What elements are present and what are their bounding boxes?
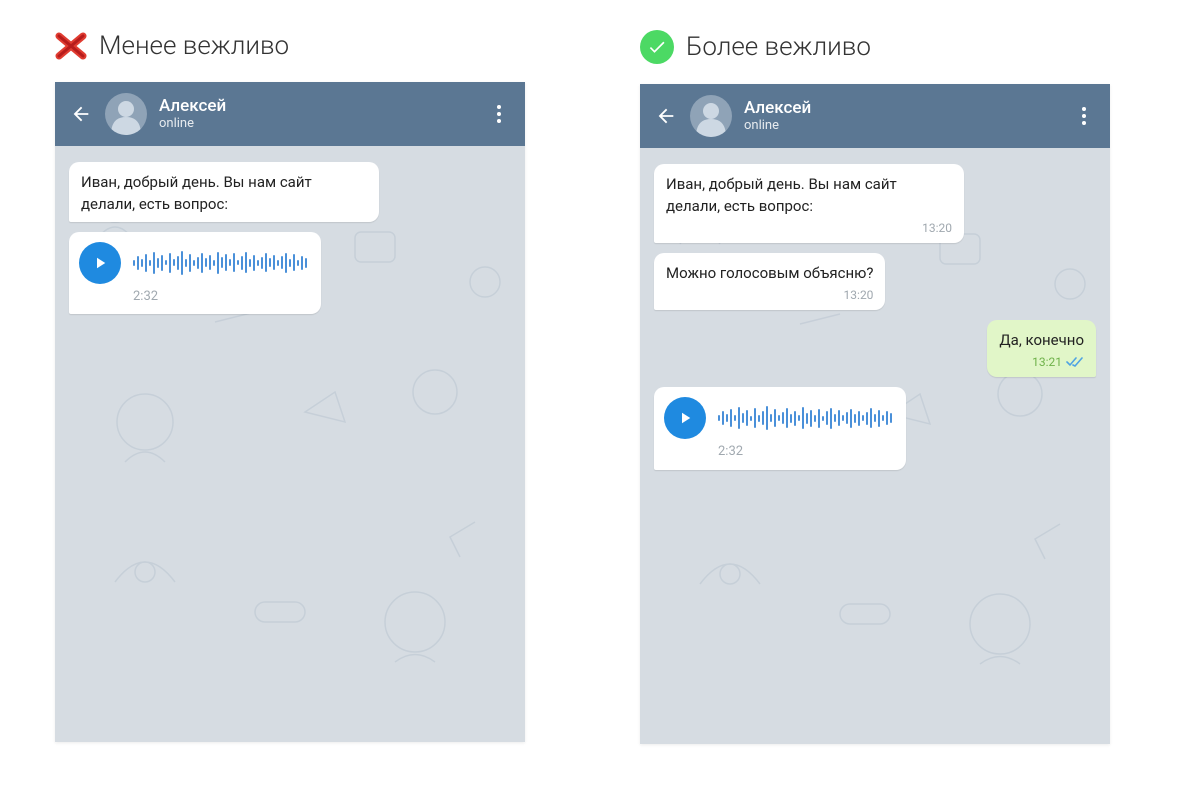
contact-status: online	[159, 116, 487, 131]
contact-status: online	[744, 118, 1072, 133]
voice-duration: 2:32	[718, 443, 892, 462]
heading-text: Более вежливо	[686, 32, 871, 62]
message-text-in[interactable]: Иван, добрый день. Вы нам сайт делали, е…	[654, 164, 964, 243]
contact-info[interactable]: Алексей online	[159, 97, 487, 131]
heading-less-polite: Менее вежливо	[55, 30, 560, 62]
check-icon	[640, 30, 674, 64]
read-ticks-icon	[1066, 356, 1084, 368]
message-voice-in[interactable]: 2:32	[69, 232, 321, 315]
waveform[interactable]	[718, 404, 892, 432]
avatar[interactable]	[105, 93, 147, 135]
message-text-in[interactable]: Можно голосовым объясню? 13:20	[654, 253, 885, 310]
contact-name: Алексей	[744, 99, 1072, 118]
phone-left: Алексей online Иван, добрый день. Вы нам…	[55, 82, 525, 742]
column-less-polite: Менее вежливо	[55, 30, 560, 744]
waveform[interactable]	[133, 249, 307, 277]
message-list: Иван, добрый день. Вы нам сайт делали, е…	[640, 148, 1110, 486]
message-time: 13:20	[922, 220, 952, 237]
message-voice-in[interactable]: 2:32	[654, 387, 906, 470]
message-text: Да, конечно	[999, 330, 1084, 352]
message-text-out[interactable]: Да, конечно 13:21	[987, 320, 1096, 377]
voice-duration: 2:32	[133, 288, 307, 307]
back-button[interactable]	[69, 102, 93, 126]
contact-info[interactable]: Алексей online	[744, 99, 1072, 133]
message-text: Иван, добрый день. Вы нам сайт делали, е…	[666, 174, 952, 218]
back-button[interactable]	[654, 104, 678, 128]
contact-name: Алексей	[159, 97, 487, 116]
chat-header: Алексей online	[55, 82, 525, 146]
play-button[interactable]	[664, 397, 706, 439]
menu-button[interactable]	[487, 102, 511, 126]
message-list: Иван, добрый день. Вы нам сайт делали, е…	[55, 146, 525, 330]
message-text-in[interactable]: Иван, добрый день. Вы нам сайт делали, е…	[69, 162, 379, 222]
cross-icon	[55, 30, 87, 62]
menu-button[interactable]	[1072, 104, 1096, 128]
avatar[interactable]	[690, 95, 732, 137]
message-time: 13:21	[1032, 354, 1062, 371]
column-more-polite: Более вежливо	[640, 30, 1145, 744]
message-text: Иван, добрый день. Вы нам сайт делали, е…	[81, 172, 367, 216]
chat-header: Алексей online	[640, 84, 1110, 148]
message-time: 13:20	[844, 287, 874, 304]
heading-more-polite: Более вежливо	[640, 30, 1145, 64]
phone-right: Алексей online Иван, добрый день. Вы нам…	[640, 84, 1110, 744]
message-text: Можно голосовым объясню?	[666, 263, 873, 285]
play-button[interactable]	[79, 242, 121, 284]
heading-text: Менее вежливо	[99, 31, 289, 61]
